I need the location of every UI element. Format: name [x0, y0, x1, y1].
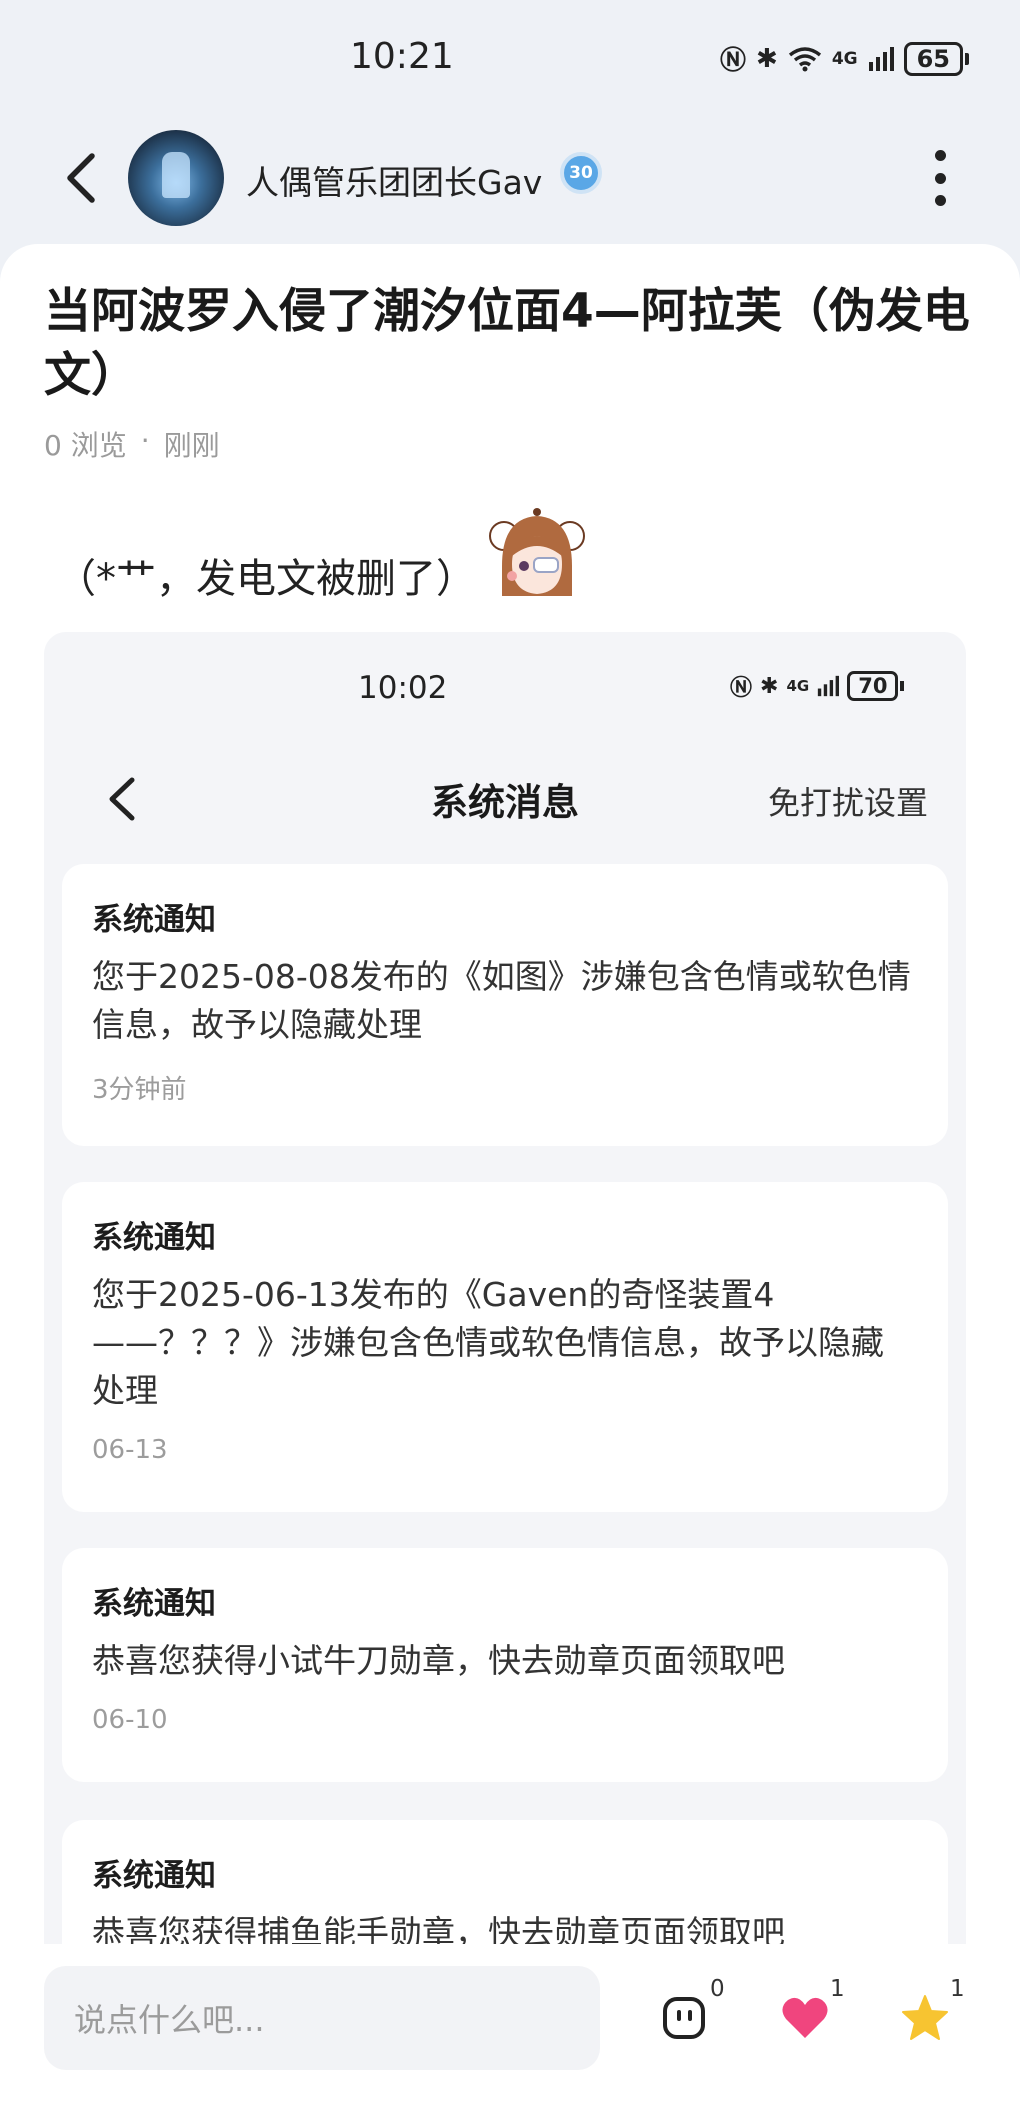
notice-heading: 系统通知: [92, 1858, 216, 1894]
notice-body: 您于2025-06-13发布的《Gaven的奇怪装置4——？？？》涉嫌包含色情或…: [92, 1275, 884, 1410]
level-badge: 30: [560, 152, 602, 194]
notice-time: 06-13: [92, 1435, 168, 1465]
notice-card: 系统通知 您于2025-08-08发布的《如图》涉嫌包含色情或软色情信息，故予以…: [62, 864, 948, 1146]
comment-input[interactable]: 说点什么吧...: [44, 1966, 600, 2070]
heart-icon: [782, 1997, 828, 2038]
status-bar: 10:21 Ⓝ ✱ 4G 65: [0, 0, 1020, 120]
anime-girl-sticker: [489, 508, 585, 596]
notice-time: 06-10: [92, 1705, 168, 1735]
notice-body: 您于2025-08-08发布的《如图》涉嫌包含色情或软色情信息，故予以隐藏处理: [92, 957, 911, 1044]
comment-icon: [663, 1997, 705, 2039]
favorite-count: 1: [950, 1976, 965, 2002]
notice-time: 3分钟前: [92, 1075, 187, 1105]
notice-heading: 系统通知: [92, 1220, 216, 1256]
embedded-status-icons: Ⓝ ✱ 4G 70: [730, 670, 905, 702]
favorite-button[interactable]: 1: [900, 1976, 980, 2054]
post-meta: 0 浏览 · 刚刚: [44, 424, 220, 464]
more-options-button[interactable]: [920, 150, 960, 206]
more-dot-icon: [934, 195, 946, 206]
bluetooth-icon: ✱: [760, 673, 779, 699]
comment-count: 0: [710, 1976, 725, 2002]
notice-body: 恭喜您获得小试牛刀勋章，快去勋章页面领取吧: [92, 1641, 785, 1680]
wifi-icon: [788, 46, 821, 71]
embedded-status-time: 10:02: [358, 670, 448, 706]
post-header: 人偶管乐团团长Gav 30: [0, 120, 1020, 240]
notice-card: 系统通知 恭喜您获得捕鱼能手勋章，快去勋章页面领取吧: [62, 1820, 948, 1944]
bluetooth-icon: ✱: [756, 43, 778, 74]
notice-heading: 系统通知: [92, 1586, 216, 1622]
signal-icon: [818, 675, 840, 697]
nfc-icon: Ⓝ: [720, 46, 747, 76]
author-avatar[interactable]: [128, 130, 224, 226]
view-count: 0 浏览: [44, 429, 127, 462]
signal-icon: [868, 46, 894, 71]
battery-tip: [965, 52, 970, 65]
more-dot-icon: [934, 150, 946, 161]
notice-heading: 系统通知: [92, 902, 216, 938]
battery-level: 65: [903, 41, 964, 76]
post-title: 当阿波罗入侵了潮汐位面4—阿拉芙（伪发电文）: [44, 284, 970, 403]
bottom-action-bar: 说点什么吧... 0 1 1: [0, 1944, 1020, 2104]
like-count: 1: [830, 1976, 845, 2002]
notice-card: 系统通知 您于2025-06-13发布的《Gaven的奇怪装置4——？？？》涉嫌…: [62, 1182, 948, 1512]
post-text: （*艹，发电文被删了）: [56, 556, 476, 602]
embedded-dnd-settings: 免打扰设置: [767, 784, 928, 822]
embedded-network-type: 4G: [786, 677, 810, 695]
notice-body: 恭喜您获得捕鱼能手勋章，快去勋章页面领取吧: [92, 1913, 785, 1944]
nfc-icon: Ⓝ: [730, 676, 753, 701]
meta-separator: ·: [140, 424, 150, 457]
embedded-battery-level: 70: [847, 671, 899, 701]
notice-card: 系统通知 恭喜您获得小试牛刀勋章，快去勋章页面领取吧 06-10: [62, 1548, 948, 1782]
network-type: 4G: [831, 48, 858, 69]
star-icon: [902, 1995, 948, 2040]
back-button[interactable]: [54, 148, 114, 208]
battery-tip: [900, 681, 905, 691]
status-icons: Ⓝ ✱ 4G 65: [720, 40, 970, 77]
like-button[interactable]: 1: [780, 1976, 860, 2054]
author-name[interactable]: 人偶管乐团团长Gav: [246, 156, 542, 204]
embedded-screenshot: 10:02 Ⓝ ✱ 4G 70 系统消息 免打扰设置 系统通知 您于2025-0…: [44, 632, 966, 1944]
post-time: 刚刚: [163, 429, 220, 462]
comment-button[interactable]: 0: [660, 1976, 740, 2054]
more-dot-icon: [934, 172, 946, 184]
embedded-battery-indicator: 70: [847, 671, 905, 701]
status-time: 10:21: [350, 36, 454, 77]
post-content: 当阿波罗入侵了潮汐位面4—阿拉芙（伪发电文） 0 浏览 · 刚刚 （*艹，发电文…: [0, 244, 1020, 1944]
battery-indicator: 65: [903, 41, 970, 76]
